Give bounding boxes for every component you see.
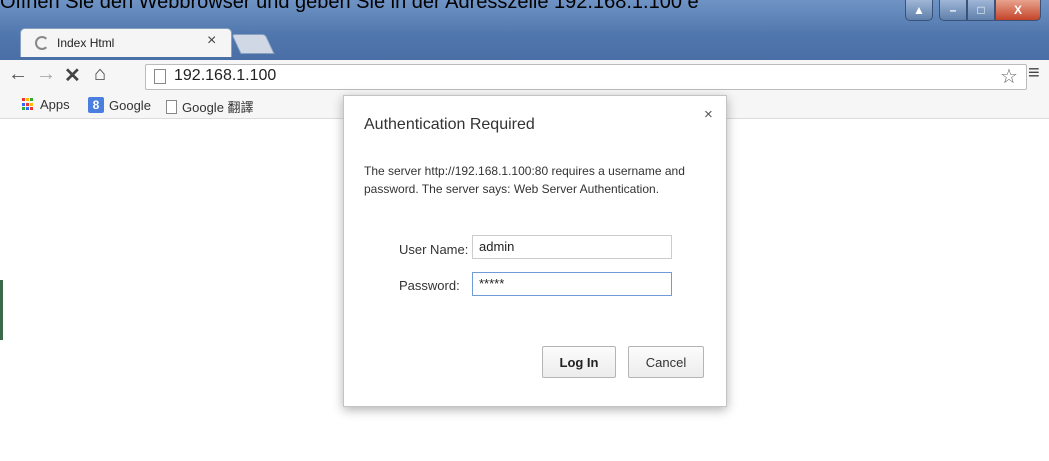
password-label: Password: bbox=[399, 278, 460, 293]
bookmark-apps-label: Apps bbox=[40, 97, 70, 112]
stop-icon[interactable]: ✕ bbox=[64, 63, 81, 88]
user-icon[interactable]: ▲ bbox=[905, 0, 933, 21]
url-text[interactable]: 192.168.1.100 bbox=[174, 67, 276, 85]
back-arrow-icon[interactable]: ← bbox=[8, 63, 28, 86]
home-icon[interactable]: ⌂ bbox=[94, 63, 106, 86]
dialog-title: Authentication Required bbox=[364, 116, 535, 133]
loading-spinner-icon bbox=[35, 36, 49, 50]
close-window-button[interactable]: X bbox=[995, 0, 1041, 21]
bookmark-google-translate-label: Google 翻譯 bbox=[182, 100, 254, 115]
tab-close-icon[interactable]: × bbox=[207, 32, 216, 50]
bookmark-google-label: Google bbox=[109, 97, 151, 113]
browser-tab[interactable]: Index Html × bbox=[20, 28, 232, 57]
minimize-button[interactable]: – bbox=[939, 0, 967, 21]
apps-grid-icon bbox=[22, 98, 35, 111]
forward-arrow-icon[interactable]: → bbox=[36, 63, 56, 86]
username-label: User Name: bbox=[399, 242, 469, 257]
bookmark-google[interactable]: 8 Google bbox=[88, 97, 151, 113]
username-field[interactable]: admin bbox=[472, 235, 672, 259]
address-bar[interactable]: 192.168.1.100 bbox=[145, 64, 1027, 90]
dialog-message: The server http://192.168.1.100:80 requi… bbox=[364, 164, 685, 196]
dialog-close-icon[interactable]: × bbox=[704, 106, 713, 123]
login-button[interactable]: Log In bbox=[542, 346, 616, 378]
bookmark-apps[interactable]: Apps bbox=[22, 97, 70, 112]
left-edge-bar bbox=[0, 280, 3, 340]
password-field[interactable]: ***** bbox=[472, 272, 672, 296]
auth-dialog: Authentication Required × The server htt… bbox=[343, 95, 727, 407]
window-controls: ▲ – □ X bbox=[905, 0, 1041, 21]
bookmark-google-translate[interactable]: Google 翻譯 bbox=[166, 97, 254, 116]
caption-text: Öffnen Sie den Webbrowser und geben Sie … bbox=[0, 0, 699, 13]
page-icon bbox=[154, 69, 166, 84]
menu-icon[interactable]: ≡ bbox=[1028, 62, 1040, 85]
bookmark-star-icon[interactable]: ☆ bbox=[1000, 64, 1018, 89]
google-plus-icon: 8 bbox=[88, 97, 104, 113]
cancel-button[interactable]: Cancel bbox=[628, 346, 704, 378]
maximize-button[interactable]: □ bbox=[967, 0, 995, 21]
tab-title: Index Html bbox=[57, 36, 115, 50]
document-icon bbox=[166, 99, 177, 114]
